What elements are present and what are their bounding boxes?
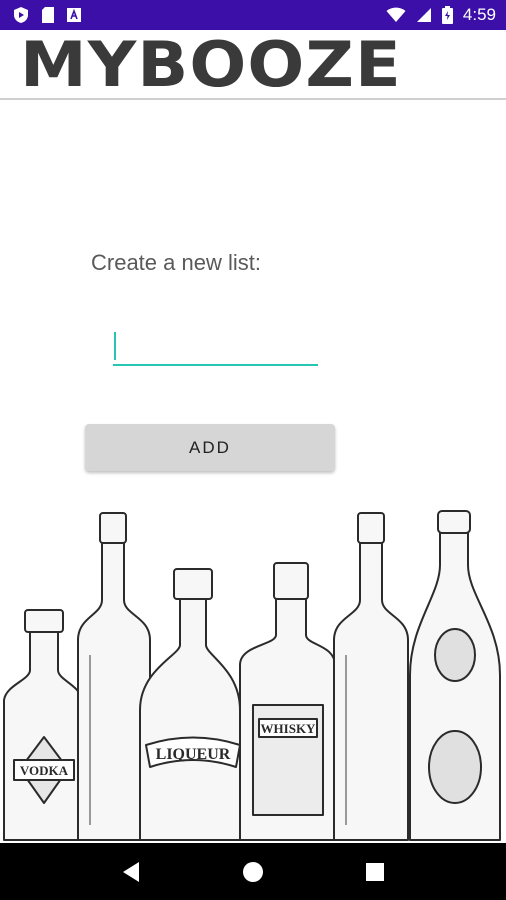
app-notification-icon	[66, 7, 82, 23]
status-time: 4:59	[462, 5, 496, 24]
navigation-bar	[0, 843, 506, 900]
vodka-label: VODKA	[20, 763, 69, 778]
add-button[interactable]: ADD	[85, 424, 335, 471]
battery-icon	[441, 6, 453, 24]
back-icon[interactable]	[111, 852, 151, 892]
vodka-bottle	[3, 609, 83, 841]
status-left-icons	[12, 6, 82, 24]
tall-bottle-right	[333, 512, 409, 841]
bottles-illustration: VODKA LIQUEUR WHISKY	[3, 510, 501, 841]
signal-icon	[416, 7, 432, 23]
wifi-icon	[386, 7, 406, 23]
sd-card-icon	[40, 6, 56, 24]
create-list-label: Create a new list:	[91, 250, 261, 275]
app-bar: MYBOOZE	[0, 30, 506, 100]
whisky-bottle	[239, 562, 336, 841]
app-screen: 4:59 MYBOOZE Create a new list: ADD VODK…	[0, 0, 506, 900]
app-title: MYBOOZE	[20, 28, 402, 101]
text-cursor	[114, 332, 116, 360]
status-bar: 4:59	[0, 0, 506, 30]
liqueur-label: LIQUEUR	[156, 746, 231, 763]
status-right-icons: 4:59	[386, 5, 496, 25]
list-name-input[interactable]	[113, 328, 318, 366]
whisky-label: WHISKY	[261, 721, 317, 736]
champagne-bottle	[409, 510, 501, 841]
home-icon[interactable]	[233, 852, 273, 892]
play-protect-icon	[12, 6, 30, 24]
liqueur-bottle	[139, 568, 241, 841]
recents-icon[interactable]	[355, 852, 395, 892]
